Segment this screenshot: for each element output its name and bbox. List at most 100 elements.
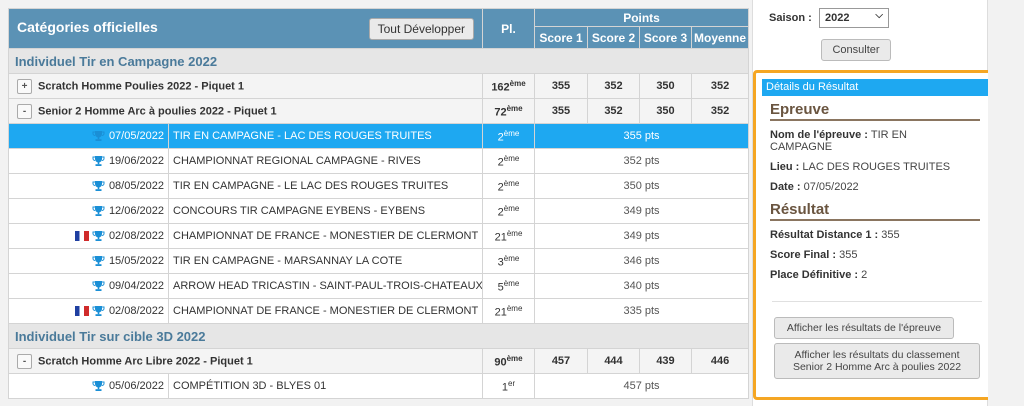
result-row[interactable]: 02/08/2022 CHAMPIONNAT DE FRANCE - MONEST… — [8, 223, 750, 249]
result-row[interactable]: 12/06/2022 CONCOURS TIR CAMPAGNE EYBENS -… — [8, 198, 750, 224]
result-event-name: TIR EN CAMPAGNE - LAC DES ROUGES TRUITES — [168, 123, 483, 149]
result-points: 335 pts — [533, 298, 750, 324]
category-name: Scratch Homme Arc Libre 2022 - Piquet 1 — [38, 354, 253, 367]
results-panel: Catégories officielles Tout Développer P… — [7, 8, 750, 399]
result-rank: 2ème — [482, 198, 535, 224]
chevron-down-icon: ⌵ — [875, 10, 883, 21]
category-name-cell: - Scratch Homme Arc Libre 2022 - Piquet 1 — [8, 348, 483, 374]
result-date-cell: 02/08/2022 — [8, 223, 169, 249]
event-name: Nom de l'épreuve : TIR EN CAMPAGNE — [770, 129, 907, 153]
result-row[interactable]: 02/08/2022 CHAMPIONNAT DE FRANCE - MONEST… — [8, 298, 750, 324]
result-date: 05/06/2022 — [108, 380, 164, 393]
category-score: 350 — [639, 73, 692, 99]
result-points: 346 pts — [533, 248, 750, 274]
category-rank: 90ème — [482, 348, 535, 374]
result-row[interactable]: 09/04/2022 ARROW HEAD TRICASTIN - SAINT-P… — [8, 273, 750, 299]
category-average: 352 — [690, 73, 750, 99]
trophy-icon — [92, 155, 105, 167]
expand-all-button[interactable]: Tout Développer — [368, 17, 474, 40]
result-rank: 21ème — [482, 223, 535, 249]
section-row: Individuel Tir en Campagne 2022 — [7, 48, 750, 74]
event-results-button[interactable]: Afficher les résultats de l'épreuve — [774, 317, 954, 339]
result-points: 350 pts — [533, 173, 750, 199]
category-score: 355 — [534, 98, 588, 124]
result-row[interactable]: 19/06/2022 CHAMPIONNAT REGIONAL CAMPAGNE … — [8, 148, 750, 174]
trophy-icon — [92, 180, 105, 192]
category-score: 444 — [587, 348, 640, 374]
trophy-icon — [92, 280, 105, 292]
col-points: Points — [533, 8, 750, 27]
collapse-icon[interactable]: - — [17, 353, 32, 369]
result-event-name: CHAMPIONNAT DE FRANCE - MONESTIER DE CLE… — [168, 298, 483, 324]
table-title: Catégories officielles — [17, 18, 158, 35]
france-flag-icon — [74, 306, 89, 317]
result-event-name: TIR EN CAMPAGNE - MARSANNAY LA COTE — [168, 248, 483, 274]
result-event-name: TIR EN CAMPAGNE - LE LAC DES ROUGES TRUI… — [168, 173, 483, 199]
result-date-cell: 07/05/2022 — [8, 123, 169, 149]
category-score: 457 — [534, 348, 588, 374]
distance-result: Résultat Distance 1 : 355 — [770, 229, 900, 241]
result-date-cell: 08/05/2022 — [8, 173, 169, 199]
category-score: 352 — [587, 98, 640, 124]
category-name-cell: - Senior 2 Homme Arc à poulies 2022 - Piq… — [8, 98, 483, 124]
result-date-cell: 09/04/2022 — [8, 273, 169, 299]
trophy-icon — [92, 130, 105, 142]
result-date-cell: 12/06/2022 — [8, 198, 169, 224]
result-row[interactable]: 05/06/2022 COMPÉTITION 3D - BLYES 01 1er 45… — [8, 373, 750, 399]
section-title: Individuel Tir sur cible 3D 2022 — [7, 323, 750, 349]
category-name: Scratch Homme Poulies 2022 - Piquet 1 — [38, 79, 245, 92]
result-date: 19/06/2022 — [108, 155, 164, 168]
collapse-icon[interactable]: - — [17, 103, 32, 119]
category-average: 446 — [690, 348, 750, 374]
result-row[interactable]: 07/05/2022 TIR EN CAMPAGNE - LAC DES ROUG… — [8, 123, 750, 149]
page-margin — [988, 0, 1024, 406]
france-flag-icon — [74, 231, 89, 242]
result-event-name: CHAMPIONNAT REGIONAL CAMPAGNE - RIVES — [168, 148, 483, 174]
result-date: 09/04/2022 — [108, 280, 164, 293]
result-event-name: ARROW HEAD TRICASTIN - SAINT-PAUL-TROIS-… — [168, 273, 483, 299]
result-rank: 2ème — [482, 148, 535, 174]
category-score: 352 — [587, 73, 640, 99]
result-rank: 5ème — [482, 273, 535, 299]
details-title: Détails du Résultat — [762, 79, 990, 96]
result-date-cell: 15/05/2022 — [8, 248, 169, 274]
result-row[interactable]: 08/05/2022 TIR EN CAMPAGNE - LE LAC DES R… — [8, 173, 750, 199]
result-rank: 1er — [482, 373, 535, 399]
category-row[interactable]: + Scratch Homme Poulies 2022 - Piquet 1 16… — [8, 73, 750, 99]
result-event-name: CONCOURS TIR CAMPAGNE EYBENS - EYBENS — [168, 198, 483, 224]
trophy-icon — [92, 305, 105, 317]
col-score1: Score 1 — [534, 26, 588, 49]
result-points: 340 pts — [533, 273, 750, 299]
result-points: 355 pts — [533, 123, 750, 149]
col-score2: Score 2 — [587, 26, 640, 49]
result-points: 349 pts — [533, 223, 750, 249]
category-name: Senior 2 Homme Arc à poulies 2022 - Piqu… — [38, 104, 277, 117]
classement-results-button[interactable]: Afficher les résultats du classement Seni… — [774, 343, 980, 379]
expand-icon[interactable]: + — [17, 78, 32, 94]
final-place: Place Définitive : 2 — [770, 269, 868, 281]
category-row[interactable]: - Senior 2 Homme Arc à poulies 2022 - Piq… — [8, 98, 750, 124]
category-score: 350 — [639, 98, 692, 124]
epreuve-heading: Epreuve — [770, 101, 980, 121]
result-heading: Résultat — [770, 201, 980, 221]
season-label: Saison : — [769, 12, 812, 24]
category-rank: 162ème — [482, 73, 535, 99]
table-title-cell: Catégories officielles Tout Développer — [8, 8, 483, 49]
final-score: Score Final : 355 — [770, 249, 858, 261]
trophy-icon — [92, 255, 105, 267]
result-details-panel: Détails du Résultat Epreuve Nom de l'épr… — [753, 70, 999, 400]
trophy-icon — [92, 380, 105, 392]
result-date-cell: 05/06/2022 — [8, 373, 169, 399]
category-row[interactable]: - Scratch Homme Arc Libre 2022 - Piquet 1… — [8, 348, 750, 374]
sidebar: Saison : 2022 ⌵ Consulter Détails du Rés… — [752, 0, 999, 406]
result-date: 02/08/2022 — [108, 305, 164, 318]
section-row: Individuel Tir sur cible 3D 2022 — [7, 323, 750, 349]
season-select[interactable]: 2022 ⌵ — [819, 8, 889, 28]
result-row[interactable]: 15/05/2022 TIR EN CAMPAGNE - MARSANNAY LA… — [8, 248, 750, 274]
category-average: 352 — [690, 98, 750, 124]
consult-button[interactable]: Consulter — [821, 39, 891, 61]
col-place: Pl. — [482, 8, 535, 49]
result-date: 15/05/2022 — [108, 255, 164, 268]
col-average: Moyenne — [690, 26, 750, 49]
category-rank: 72ème — [482, 98, 535, 124]
